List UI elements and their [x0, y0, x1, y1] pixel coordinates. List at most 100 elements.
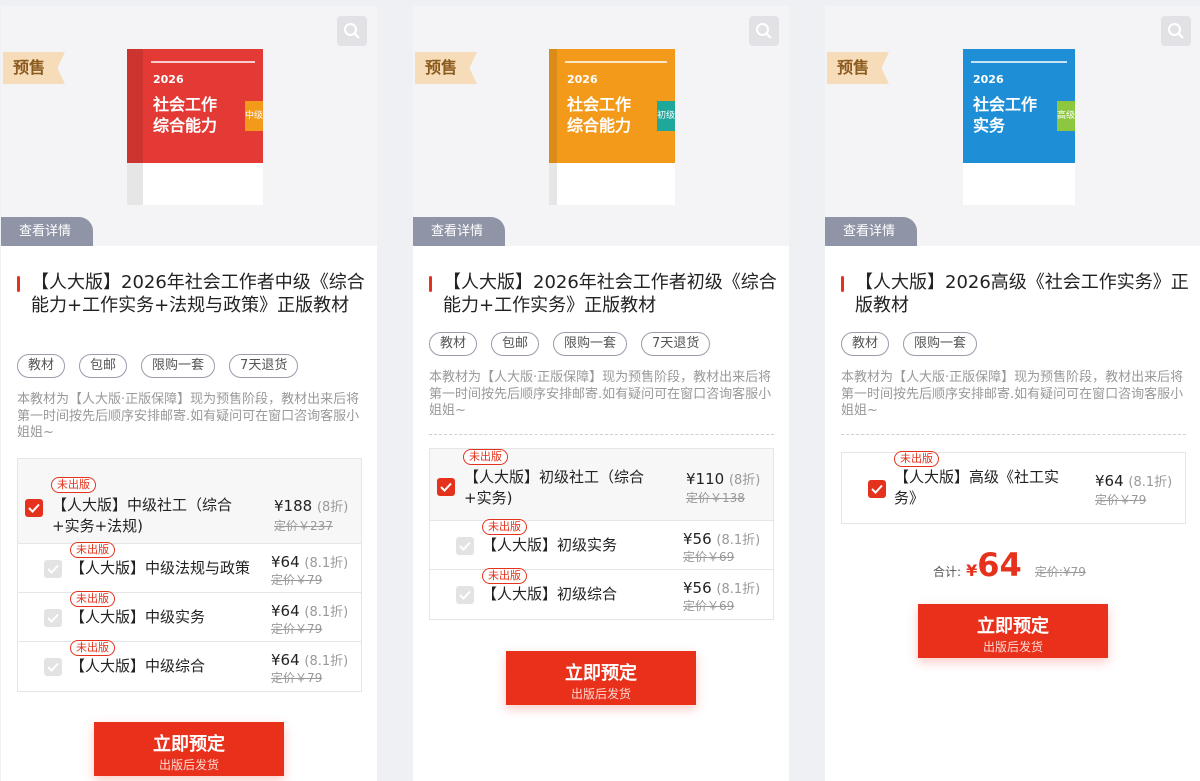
- unpublished-badge: 未出版: [70, 640, 115, 656]
- original-price: 定价￥69: [683, 599, 735, 613]
- option-price: ¥64 (8.1折): [271, 602, 349, 620]
- tag-list: 教材 包邮 限购一套 7天退货: [17, 354, 299, 378]
- product-description: 本教材为【人大版·正版保障】现为预售阶段，教材出来后将第一时间按先后顺序安排邮寄…: [841, 370, 1184, 418]
- tag-pill: 包邮: [491, 332, 540, 356]
- check-icon: [28, 503, 40, 513]
- original-price: 定价￥237: [274, 519, 333, 533]
- product-hero[interactable]: 预售 2026 社会工作 实务 高级 查看详情: [825, 6, 1200, 246]
- preorder-button[interactable]: 立即预定 出版后发货: [918, 604, 1108, 658]
- option-name: 【人大版】中级法规与政策: [70, 559, 251, 577]
- product-hero[interactable]: 预售 2026 社会工作 综合能力 初级 查看详情: [413, 6, 789, 246]
- check-icon: [459, 541, 471, 551]
- product-title: 【人大版】2026年社会工作者中级《综合能力+工作实务+法规与政策》正版教材: [31, 272, 365, 316]
- option-row[interactable]: 未出版 【人大版】初级社工（综合+实务) ¥110 (8折) 定价￥138: [430, 449, 773, 521]
- checkbox[interactable]: [44, 560, 62, 578]
- title-accent-bar: [17, 276, 20, 292]
- book-cover: 2026 社会工作 实务 高级: [963, 49, 1075, 205]
- check-icon: [871, 484, 883, 494]
- order-total: 合计: ¥64 定价:¥79: [933, 546, 1086, 584]
- unpublished-badge: 未出版: [463, 449, 508, 465]
- view-details-button[interactable]: 查看详情: [825, 217, 917, 246]
- checkbox[interactable]: [868, 480, 886, 498]
- original-price: 定价￥79: [271, 622, 323, 636]
- checkbox[interactable]: [456, 586, 474, 604]
- option-row[interactable]: 未出版 【人大版】初级实务 ¥56 (8.1折) 定价￥69: [430, 519, 773, 570]
- tag-pill: 7天退货: [229, 354, 299, 378]
- option-price: ¥56 (8.1折): [683, 579, 761, 597]
- product-card-intermediate: 预售 2026 社会工作 综合能力 中级 查看详情 【人大版】2026年社会工作者…: [1, 6, 377, 781]
- title-accent-bar: [841, 276, 844, 292]
- checkbox[interactable]: [25, 499, 43, 517]
- unpublished-badge: 未出版: [894, 451, 939, 467]
- divider: [841, 434, 1186, 435]
- check-icon: [47, 564, 59, 574]
- preorder-button[interactable]: 立即预定 出版后发货: [506, 651, 696, 705]
- option-row[interactable]: 未出版 【人大版】中级实务 ¥64 (8.1折) 定价￥79: [18, 591, 361, 642]
- option-name: 【人大版】中级实务: [70, 608, 206, 626]
- book-cover: 2026 社会工作 综合能力 初级: [557, 49, 675, 205]
- book-cover-stack: 2026 社会工作 实务 高级: [963, 49, 1075, 205]
- zoom-button[interactable]: [749, 16, 779, 46]
- unpublished-badge: 未出版: [70, 542, 115, 558]
- option-name: 【人大版】高级《社工实务》: [894, 468, 1060, 507]
- zoom-button[interactable]: [337, 16, 367, 46]
- original-price: 定价￥79: [271, 671, 323, 685]
- option-row[interactable]: 未出版 【人大版】中级社工（综合+实务+法规) ¥188 (8折) 定价￥237: [18, 459, 361, 544]
- presale-ribbon: 预售: [415, 52, 477, 84]
- zoom-button[interactable]: [1161, 16, 1191, 46]
- option-row[interactable]: 未出版 【人大版】中级法规与政策 ¥64 (8.1折) 定价￥79: [18, 542, 361, 593]
- tag-list: 教材 包邮 限购一套 7天退货: [429, 332, 711, 356]
- total-amount: 64: [977, 546, 1022, 584]
- option-price: ¥188 (8折): [274, 497, 349, 515]
- preorder-button[interactable]: 立即预定 出版后发货: [94, 722, 284, 776]
- original-price: 定价￥79: [271, 573, 323, 587]
- check-icon: [459, 590, 471, 600]
- product-description: 本教材为【人大版·正版保障】现为预售阶段，教材出来后将第一时间按先后顺序安排邮寄…: [429, 370, 772, 418]
- option-row[interactable]: 未出版 【人大版】初级综合 ¥56 (8.1折) 定价￥69: [430, 568, 773, 619]
- search-icon: [1168, 23, 1184, 39]
- product-title: 【人大版】2026高级《社会工作实务》正版教材: [855, 272, 1189, 316]
- tag-pill: 限购一套: [903, 332, 978, 356]
- option-name: 【人大版】初级社工（综合+实务): [464, 468, 645, 507]
- unpublished-badge: 未出版: [70, 591, 115, 607]
- unpublished-badge: 未出版: [482, 568, 527, 584]
- option-list: 未出版 【人大版】初级社工（综合+实务) ¥110 (8折) 定价￥138 未出…: [429, 448, 774, 620]
- option-name: 【人大版】中级综合: [70, 657, 206, 675]
- tag-pill: 限购一套: [141, 354, 216, 378]
- option-price: ¥64 (8.1折): [271, 553, 349, 571]
- tag-pill: 限购一套: [553, 332, 628, 356]
- checkbox[interactable]: [456, 537, 474, 555]
- total-original-price: 定价:¥79: [1034, 565, 1086, 579]
- checkbox[interactable]: [437, 478, 455, 496]
- original-price: 定价￥79: [1095, 493, 1147, 507]
- view-details-button[interactable]: 查看详情: [1, 217, 93, 246]
- search-icon: [344, 23, 360, 39]
- tag-pill: 教材: [429, 332, 478, 356]
- title-accent-bar: [429, 276, 432, 292]
- option-price: ¥110 (8折): [686, 470, 761, 488]
- option-name: 【人大版】中级社工（综合+实务+法规): [52, 496, 233, 535]
- option-price: ¥64 (8.1折): [1095, 472, 1173, 490]
- option-row[interactable]: 未出版 【人大版】高级《社工实务》 ¥64 (8.1折) 定价￥79: [842, 451, 1185, 523]
- search-icon: [756, 23, 772, 39]
- checkbox[interactable]: [44, 658, 62, 676]
- divider: [429, 434, 774, 435]
- option-list: 未出版 【人大版】高级《社工实务》 ¥64 (8.1折) 定价￥79: [841, 451, 1186, 524]
- check-icon: [440, 482, 452, 492]
- option-price: ¥64 (8.1折): [271, 651, 349, 669]
- option-name: 【人大版】初级实务: [482, 536, 618, 554]
- book-cover: 2026 社会工作 综合能力 中级: [143, 49, 263, 205]
- book-cover-stack: 2026 社会工作 综合能力 中级: [127, 49, 267, 205]
- checkbox[interactable]: [44, 609, 62, 627]
- product-title: 【人大版】2026年社会工作者初级《综合能力+工作实务》正版教材: [443, 272, 777, 316]
- product-hero[interactable]: 预售 2026 社会工作 综合能力 中级 查看详情: [1, 6, 377, 246]
- check-icon: [47, 613, 59, 623]
- option-price: ¥56 (8.1折): [683, 530, 761, 548]
- original-price: 定价￥138: [686, 491, 745, 505]
- original-price: 定价￥69: [683, 550, 735, 564]
- unpublished-badge: 未出版: [482, 519, 527, 535]
- tag-pill: 教材: [17, 354, 66, 378]
- option-row[interactable]: 未出版 【人大版】中级综合 ¥64 (8.1折) 定价￥79: [18, 640, 361, 691]
- view-details-button[interactable]: 查看详情: [413, 217, 505, 246]
- product-card-junior: 预售 2026 社会工作 综合能力 初级 查看详情 【人大版】2026年社会工作者…: [413, 6, 789, 781]
